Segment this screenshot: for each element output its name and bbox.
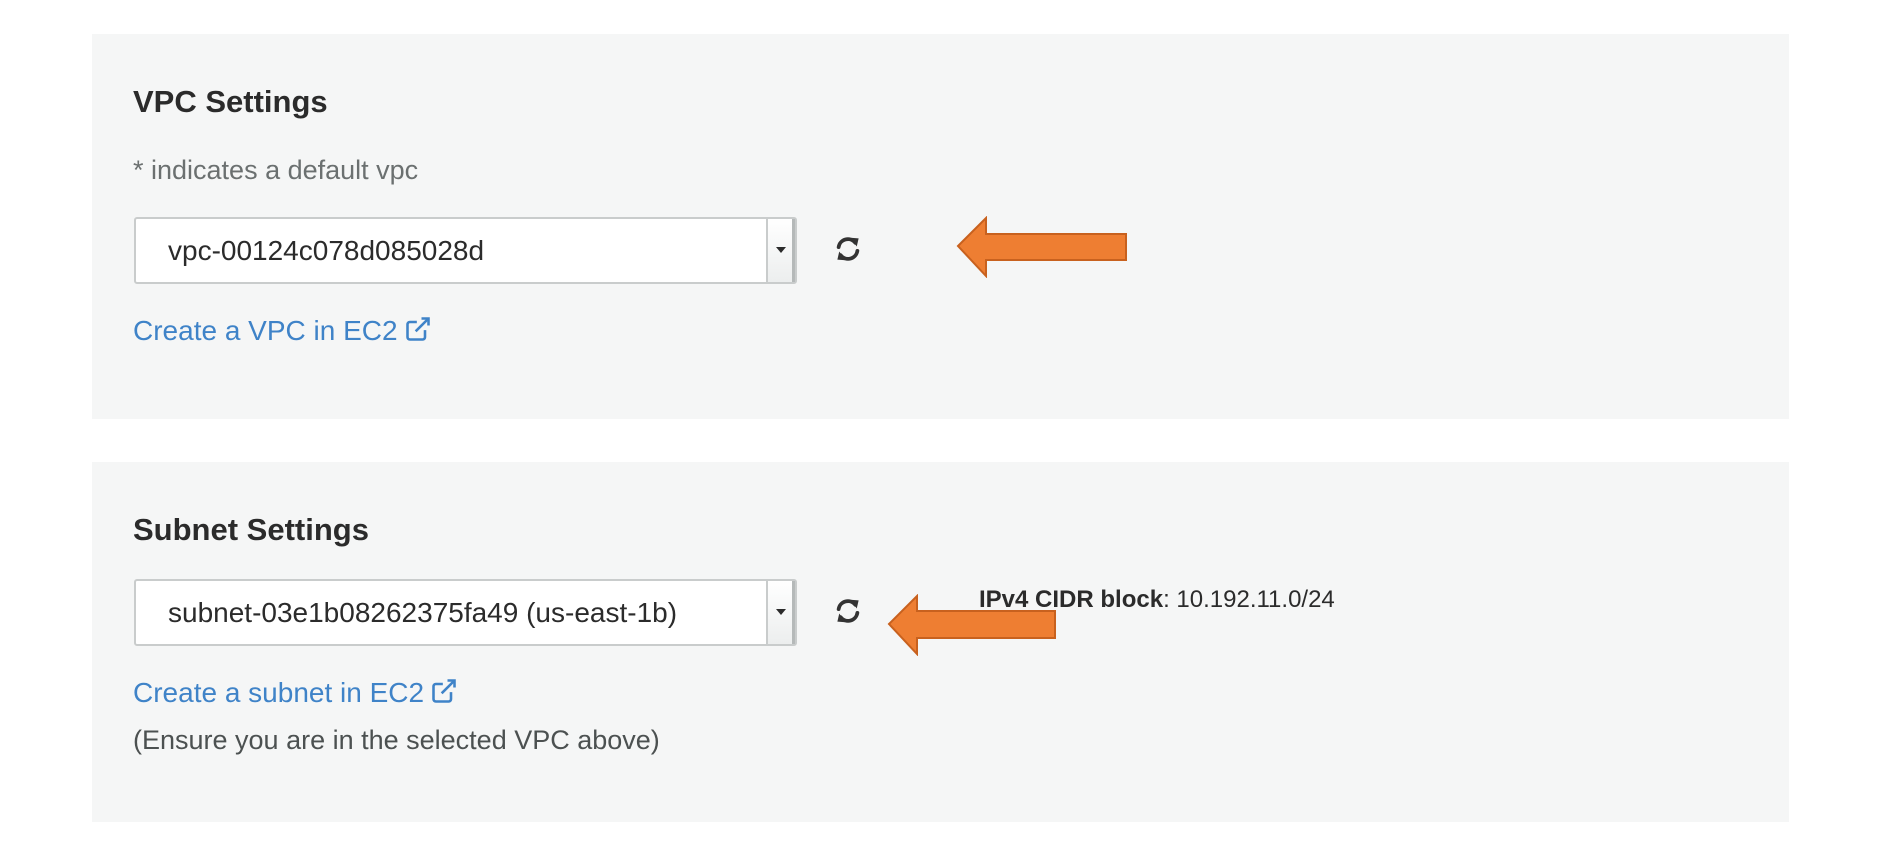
create-vpc-link-label: Create a VPC in EC2 [133,315,398,346]
subnet-settings-title: Subnet Settings [133,512,369,547]
external-link-icon [432,679,456,703]
external-link-icon [405,317,430,341]
create-subnet-link-label: Create a subnet in EC2 [133,677,425,708]
vpc-selection-note: (Ensure you are in the selected VPC abov… [133,725,660,755]
vpc-select-value: vpc-00124c078d085028d [168,235,485,266]
page: VPC Settings * indicates a default vpc v… [0,0,1902,862]
subnet-select-value: subnet-03e1b08262375fa49 (us-east-1b) [168,597,678,628]
chevron-down-icon[interactable] [766,219,795,282]
vpc-settings-title: VPC Settings [133,84,328,119]
arrow-left-icon [956,216,1127,278]
vpc-settings-panel: VPC Settings * indicates a default vpc v… [92,34,1789,419]
create-vpc-link[interactable]: Create a VPC in EC2 [133,315,432,347]
chevron-down-icon[interactable] [766,581,795,644]
subnet-settings-panel: Subnet Settings subnet-03e1b08262375fa49… [92,462,1789,822]
create-subnet-link[interactable]: Create a subnet in EC2 [133,677,458,709]
refresh-icon[interactable] [833,234,863,264]
subnet-select[interactable]: subnet-03e1b08262375fa49 (us-east-1b) [134,579,797,646]
refresh-icon[interactable] [833,596,863,626]
ipv4-cidr-value: 10.192.11.0/24 [1176,586,1335,613]
vpc-select[interactable]: vpc-00124c078d085028d [134,217,797,284]
default-vpc-hint: * indicates a default vpc [133,155,419,185]
arrow-left-icon [887,594,1056,656]
